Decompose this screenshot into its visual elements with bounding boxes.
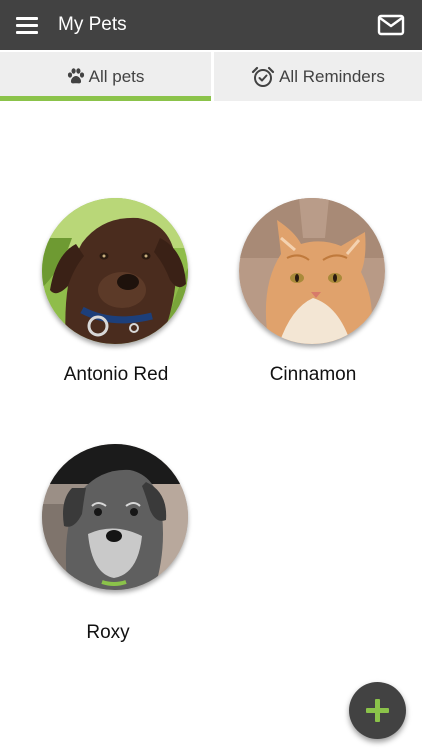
pet-card-roxy[interactable]: Roxy	[31, 444, 201, 644]
paw-icon	[67, 68, 84, 84]
tab-all-reminders[interactable]: All Reminders	[214, 52, 422, 101]
app-bar: My Pets	[0, 0, 422, 50]
pet-name: Roxy	[86, 622, 130, 643]
pet-name: Antonio Red	[63, 364, 169, 385]
pet-photo-cinnamon	[239, 198, 385, 344]
tab-all-reminders-label: All Reminders	[279, 66, 385, 86]
tab-all-pets[interactable]: All pets	[0, 52, 211, 101]
pet-name: Cinnamon	[269, 364, 357, 385]
pet-photo-antonio-red	[42, 198, 188, 344]
add-pet-button[interactable]	[349, 682, 406, 739]
tab-all-pets-label: All pets	[88, 66, 145, 86]
tab-bar: All pets All Reminders	[0, 50, 422, 101]
pet-photo-roxy	[42, 444, 188, 590]
hamburger-menu-icon[interactable]	[16, 15, 40, 35]
selected-tab-indicator	[0, 96, 211, 101]
mail-icon[interactable]	[377, 13, 405, 37]
page-title: My Pets	[58, 14, 127, 35]
alarm-clock-icon	[251, 66, 275, 87]
